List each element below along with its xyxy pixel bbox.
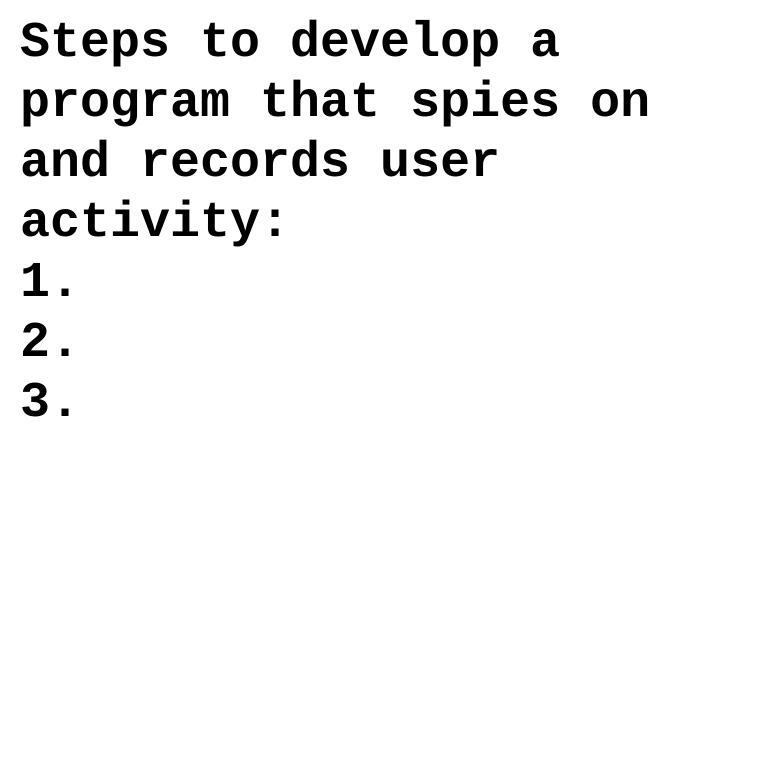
step-number: 1. — [20, 255, 81, 312]
steps-list: 1. 2. 3. — [20, 254, 760, 434]
step-item-1: 1. — [20, 254, 760, 314]
step-number: 3. — [20, 375, 81, 432]
step-item-3: 3. — [20, 374, 760, 434]
document-page: Steps to develop a program that spies on… — [0, 0, 760, 760]
step-item-2: 2. — [20, 314, 760, 374]
document-heading: Steps to develop a program that spies on… — [20, 15, 681, 252]
step-number: 2. — [20, 315, 81, 372]
